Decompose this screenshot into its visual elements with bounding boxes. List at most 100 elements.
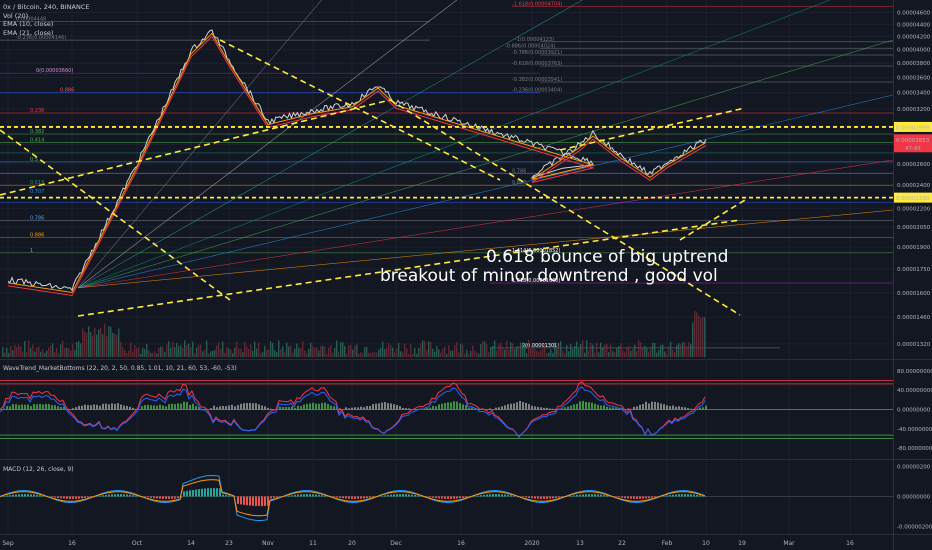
macd-histogram-bar	[243, 496, 245, 505]
wavetrend-histogram-bar	[288, 407, 290, 410]
macd-histogram-bar	[585, 494, 587, 497]
wavetrend-histogram-bar	[255, 403, 257, 410]
fib-label: 0.886	[30, 233, 44, 239]
volume-bar	[474, 350, 476, 357]
countdown-badge: 47:47	[905, 146, 921, 152]
macd-legend[interactable]: MACD (12, 26, close, 9)	[3, 466, 74, 473]
volume-bar	[310, 342, 312, 357]
wavetrend-histogram-bar	[78, 405, 80, 410]
volume-bar	[426, 349, 428, 357]
wavetrend-histogram-bar	[90, 405, 92, 410]
volume-bar	[688, 342, 690, 357]
wavetrend-histogram-bar	[399, 406, 401, 410]
macd-histogram-bar	[441, 496, 443, 499]
volume-bar	[612, 351, 614, 357]
macd-histogram-bar	[306, 494, 308, 497]
wavetrend-histogram-bar	[177, 403, 179, 410]
wavetrend-histogram-bar	[600, 405, 602, 410]
trading-chart[interactable]: -1.618(0.00004704)0.00004448-0.236(0.000…	[0, 0, 932, 550]
volume-bar	[498, 344, 500, 357]
volume-bar	[128, 350, 130, 357]
macd-histogram-bar	[78, 496, 80, 499]
volume-bar	[472, 345, 474, 357]
date-tick-label: 11	[309, 540, 317, 547]
macd-histogram-bar	[18, 494, 20, 497]
wavetrend-histogram-bar	[432, 405, 434, 410]
volume-bar	[76, 341, 78, 357]
volume-bar	[226, 347, 228, 357]
wavetrend-histogram-bar	[537, 406, 539, 410]
volume-bar	[518, 346, 520, 357]
wavetrend-histogram-bar	[246, 403, 248, 410]
price-tick-label: 0.00002400	[897, 183, 931, 189]
wavetrend-histogram-bar	[93, 404, 95, 410]
wavetrend-histogram-bar	[153, 405, 155, 410]
volume-bar	[124, 350, 126, 357]
wavetrend-histogram-bar	[438, 404, 440, 410]
macd-histogram-bar	[456, 496, 458, 499]
wavetrend-histogram-bar	[552, 408, 554, 410]
wavetrend-histogram-bar	[297, 405, 299, 410]
volume-bar	[394, 352, 396, 357]
wavetrend-histogram-bar	[576, 403, 578, 410]
wavetrend-histogram-bar	[543, 407, 545, 410]
volume-bar	[72, 343, 74, 357]
wavetrend-legend[interactable]: WaveTrend_MarketBottoms (22, 20, 2, 50, …	[3, 365, 237, 372]
wavetrend-histogram-bar	[348, 408, 350, 410]
wavetrend-histogram-bar	[534, 406, 536, 410]
volume-bar	[150, 352, 152, 357]
volume-bar	[700, 317, 702, 357]
macd-histogram-bar	[54, 496, 56, 498]
volume-bar	[154, 351, 156, 357]
volume-bar	[120, 342, 122, 357]
wavetrend-histogram-bar	[450, 402, 452, 410]
chart-window[interactable]: -1.618(0.00004704) 0.00004448 -0.236(0.000…	[0, 0, 932, 550]
macd-histogram-bar	[639, 496, 641, 499]
volume-bar	[410, 343, 412, 357]
wavetrend-histogram-bar	[648, 403, 650, 410]
volume-bar	[26, 352, 28, 357]
macd-histogram-bar	[252, 496, 254, 506]
wavetrend-histogram-bar	[42, 404, 44, 410]
wavetrend-histogram-bar	[249, 402, 251, 410]
volume-bar	[418, 347, 420, 357]
macd-histogram-bar	[15, 494, 17, 497]
macd-histogram-bar	[363, 496, 365, 499]
macd-tick-label: -0.00000200	[897, 525, 932, 531]
volume-bar	[348, 345, 350, 357]
macd-histogram-bar	[678, 494, 680, 497]
macd-histogram-bar	[681, 494, 683, 497]
volume-bar	[564, 353, 566, 357]
volume-bar	[682, 342, 684, 357]
volume-bar	[642, 348, 644, 357]
wavetrend-histogram-bar	[456, 401, 458, 410]
volume-bar	[672, 349, 674, 357]
volume-bar	[176, 342, 178, 357]
macd-histogram-bar	[51, 496, 53, 498]
volume-bar	[320, 346, 322, 357]
indicator-ema10[interactable]: EMA (10, close)	[3, 20, 89, 29]
volume-bar	[690, 344, 692, 357]
volume-bar	[624, 352, 626, 357]
price-tick-label: 0.00003800	[897, 61, 931, 67]
volume-bar	[484, 341, 486, 357]
volume-bar	[694, 311, 696, 357]
wavetrend-histogram-bar	[243, 403, 245, 410]
symbol-title[interactable]: 0x / Bitcoin, 240, BINANCE	[3, 3, 89, 12]
volume-bar	[274, 350, 276, 357]
wavetrend-histogram-bar	[570, 405, 572, 410]
wavetrend-histogram-bar	[306, 403, 308, 410]
wavetrend-histogram-bar	[603, 405, 605, 410]
macd-histogram-bar	[66, 496, 68, 499]
macd-histogram-bar	[645, 496, 647, 499]
macd-histogram-bar	[672, 494, 674, 497]
macd-histogram-bar	[168, 496, 170, 499]
wavetrend-histogram-bar	[702, 407, 704, 410]
macd-histogram-bar	[687, 494, 689, 497]
indicator-ema21[interactable]: EMA (21, close)	[3, 29, 89, 38]
volume-bar	[578, 348, 580, 357]
wavetrend-histogram-bar	[690, 408, 692, 410]
indicator-vol[interactable]: Vol (20)	[3, 12, 89, 21]
wavetrend-histogram-bar	[144, 405, 146, 410]
wavetrend-histogram-bar	[408, 408, 410, 410]
